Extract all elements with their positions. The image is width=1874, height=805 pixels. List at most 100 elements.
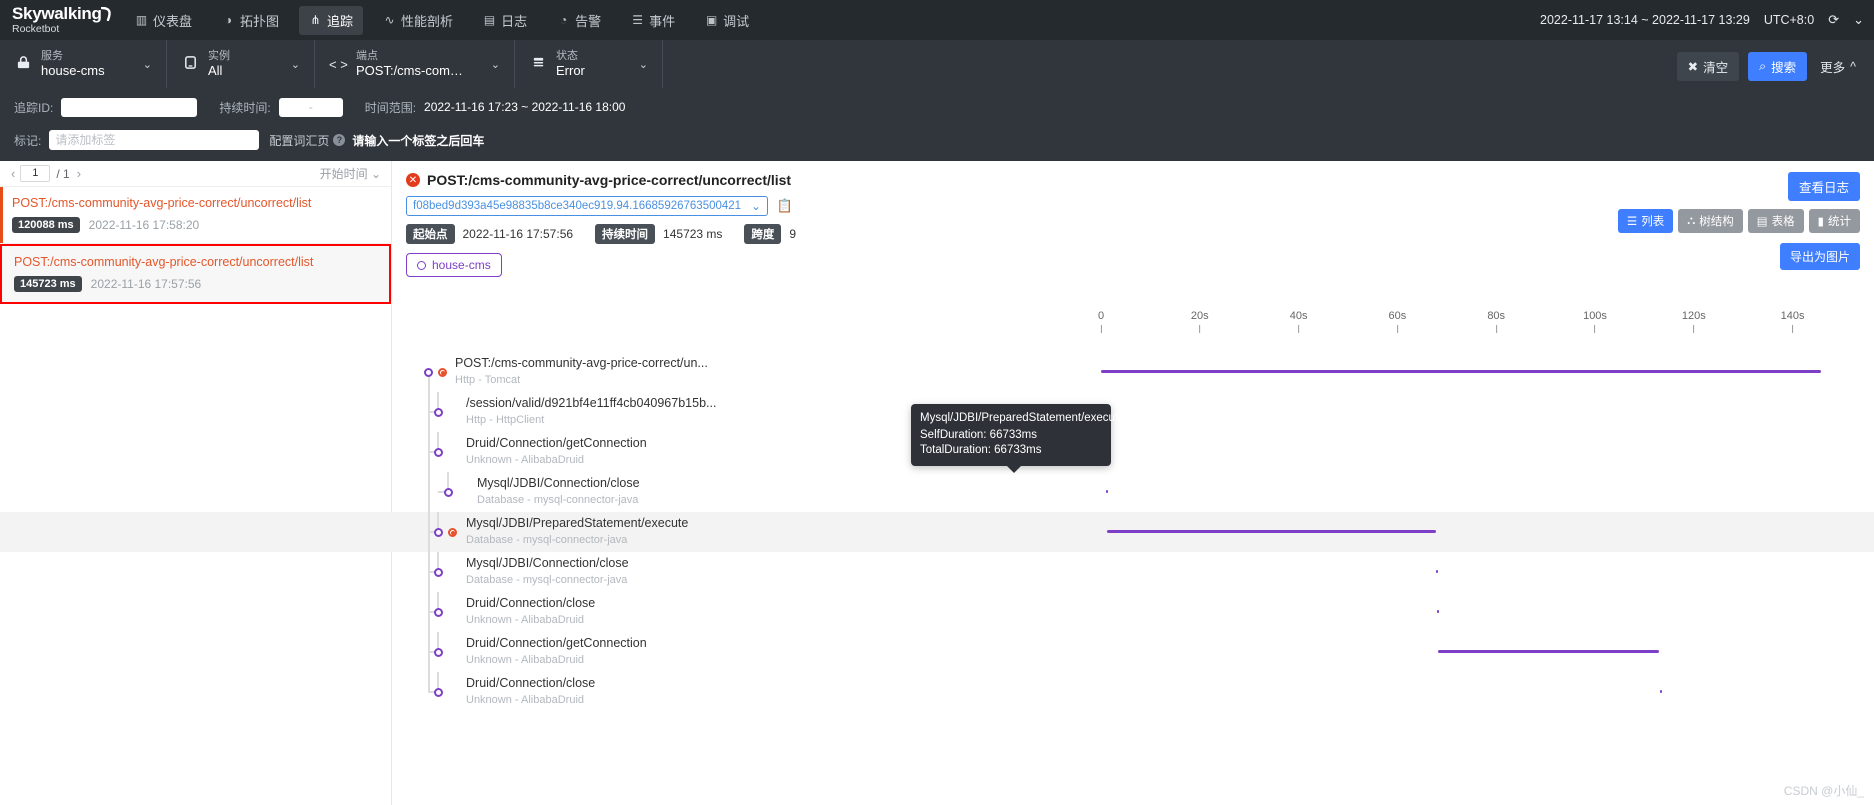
nav-item-alarm[interactable]: ◔ 告警: [547, 6, 611, 35]
service-selector[interactable]: 服务 house-cms ⌄: [0, 40, 167, 88]
axis-tick: 20s: [1191, 310, 1209, 333]
tab-table[interactable]: ▤ 表格: [1747, 209, 1804, 233]
span-component: Database - mysql-connector-java: [466, 574, 628, 586]
span-node-dot[interactable]: [434, 648, 443, 657]
tag-hint: 请输入一个标签之后回车: [352, 133, 485, 148]
view-logs-button[interactable]: 查看日志: [1787, 172, 1860, 201]
event-icon: ☰: [632, 13, 643, 27]
endpoint-selector[interactable]: < > 端点 POST:/cms-communit... ⌄: [315, 40, 515, 88]
sort-dropdown[interactable]: 开始时间 ⌄: [320, 165, 381, 182]
span-component: Unknown - AlibabaDruid: [466, 454, 585, 466]
span-label-cell: Mysql/JDBI/PreparedStatement/execute Data…: [0, 512, 688, 552]
span-count-badge: 跨度: [744, 224, 782, 244]
export-image-button[interactable]: 导出为图片: [1779, 243, 1860, 270]
nav-label-dashboard: 仪表盘: [153, 13, 193, 29]
span-duration-bar[interactable]: [1105, 490, 1108, 493]
timeline-axis: 0 20s 40s 60s 80s 100s 120s 140s: [1097, 310, 1874, 350]
chevron-down-icon[interactable]: ⌄: [275, 58, 300, 71]
nav-item-topology[interactable]: ◑ 拓扑图: [212, 6, 289, 35]
trace-id-select[interactable]: f08bed9d393a45e98835b8ce340ec919.94.1668…: [406, 196, 768, 216]
nav-item-debug[interactable]: ▣ 调试: [695, 6, 759, 35]
span-row[interactable]: Druid/Connection/getConnection Unknown - …: [0, 632, 1874, 672]
span-text: Mysql/JDBI/Connection/close Database - my…: [477, 476, 640, 507]
refresh-icon[interactable]: ⟳: [1828, 12, 1839, 28]
page-total: / 1: [56, 166, 70, 181]
more-button[interactable]: 更多 ^: [1816, 52, 1860, 81]
span-duration-bar[interactable]: [1436, 610, 1439, 613]
page-number-input[interactable]: 1: [20, 165, 51, 182]
trace-list-item[interactable]: POST:/cms-community-avg-price-correct/un…: [0, 244, 391, 304]
span-node-dot[interactable]: [434, 688, 443, 697]
span-node-dot[interactable]: [444, 488, 453, 497]
trace-item-meta: 145723 ms 2022-11-16 17:57:56: [14, 276, 379, 292]
tab-stats[interactable]: ▮ 统计: [1808, 209, 1860, 233]
tab-tree[interactable]: ⛬ 树结构: [1678, 209, 1743, 233]
span-duration-bar[interactable]: [1438, 650, 1660, 653]
trace-list-item[interactable]: POST:/cms-community-avg-price-correct/un…: [0, 187, 391, 244]
service-ring-icon: [417, 260, 426, 270]
nav-item-dashboard[interactable]: ▥ 仪表盘: [125, 6, 202, 35]
span-duration-bar[interactable]: [1106, 530, 1437, 533]
page-title: POST:/cms-community-avg-price-correct/un…: [427, 172, 792, 188]
tooltip-total-duration: TotalDuration: 66733ms: [920, 444, 1042, 456]
trace-item-duration: 145723 ms: [14, 276, 82, 292]
search-button[interactable]: ⌕ 搜索: [1748, 52, 1808, 81]
span-node-dot[interactable]: [424, 368, 433, 377]
span-text: POST:/cms-community-avg-price-correct/un…: [455, 356, 708, 387]
chevron-down-icon[interactable]: ⌄: [475, 58, 500, 71]
global-time-range[interactable]: 2022-11-17 13:14 ~ 2022-11-17 13:29: [1540, 13, 1750, 27]
span-text: Mysql/JDBI/PreparedStatement/execute Data…: [466, 516, 688, 547]
duration-input[interactable]: [278, 97, 343, 117]
span-duration-bar[interactable]: [1101, 370, 1821, 373]
span-name: Mysql/JDBI/PreparedStatement/execute: [466, 516, 689, 530]
condition-actions: ✖ 清空 ⌕ 搜索 更多 ^: [1676, 52, 1860, 81]
span-row[interactable]: Druid/Connection/close Unknown - AlibabaD…: [0, 672, 1874, 712]
chevron-right-icon[interactable]: ›: [72, 166, 86, 181]
chevron-down-icon[interactable]: ⌄: [127, 58, 152, 71]
span-node-dot[interactable]: [434, 528, 443, 537]
chevron-down-icon[interactable]: ⌄: [623, 58, 648, 71]
span-count-value: 9: [789, 227, 797, 241]
tab-list[interactable]: ☰ 列表: [1617, 209, 1674, 233]
time-range-value[interactable]: 2022-11-16 17:23 ~ 2022-11-16 18:00: [424, 100, 625, 114]
copy-icon[interactable]: 📋: [777, 198, 793, 214]
clear-button[interactable]: ✖ 清空: [1676, 52, 1740, 81]
service-chip[interactable]: house-cms: [406, 253, 502, 277]
span-row[interactable]: Druid/Connection/close Unknown - AlibabaD…: [0, 592, 1874, 632]
span-row[interactable]: Mysql/JDBI/Connection/close Database - my…: [0, 552, 1874, 592]
brand-logo[interactable]: Skywalking Rocketbot: [0, 5, 112, 35]
span-row[interactable]: Mysql/JDBI/Connection/close Database - my…: [0, 472, 1874, 512]
instance-label: 实例: [208, 49, 230, 62]
status-selector[interactable]: 状态 Error ⌄: [515, 40, 663, 88]
span-node-dot[interactable]: [434, 448, 443, 457]
chevron-down-icon[interactable]: ⌄: [1853, 12, 1864, 28]
span-node-dot[interactable]: [434, 568, 443, 577]
trace-id-input[interactable]: [61, 97, 198, 117]
span-row[interactable]: POST:/cms-community-avg-price-correct/un…: [0, 352, 1874, 392]
span-node-dot[interactable]: [434, 608, 443, 617]
span-node-dot[interactable]: [434, 408, 443, 417]
span-error-dot[interactable]: [438, 368, 447, 377]
tag-input[interactable]: [49, 130, 260, 150]
instance-selector[interactable]: 实例 All ⌄: [167, 40, 315, 88]
span-component: Http - HttpClient: [466, 414, 545, 426]
help-icon[interactable]: ?: [333, 134, 346, 146]
span-row[interactable]: Mysql/JDBI/PreparedStatement/execute Data…: [0, 512, 1874, 552]
export-label: 导出为图片: [1789, 250, 1850, 264]
log-icon: ▤: [483, 13, 496, 27]
nav-item-event[interactable]: ☰ 事件: [621, 6, 685, 35]
chevron-left-icon[interactable]: ‹: [6, 166, 20, 181]
nav-item-log[interactable]: ▤ 日志: [473, 6, 537, 35]
error-icon: ✕: [406, 173, 420, 187]
debug-icon: ▣: [705, 13, 718, 27]
instance-value: All: [208, 62, 223, 78]
span-error-dot[interactable]: [448, 528, 457, 537]
nav-item-profile[interactable]: ∿ 性能剖析: [373, 6, 463, 35]
nav-item-trace[interactable]: ⋔ 追踪: [299, 5, 364, 35]
timezone-label[interactable]: UTC+8:0: [1764, 13, 1814, 27]
alarm-icon: ◔: [559, 13, 568, 27]
service-selector-text: 服务 house-cms: [41, 50, 105, 79]
tag-config-link[interactable]: 配置词汇页: [269, 132, 329, 149]
span-duration-bar[interactable]: [1436, 570, 1439, 573]
span-duration-bar[interactable]: [1660, 690, 1663, 693]
